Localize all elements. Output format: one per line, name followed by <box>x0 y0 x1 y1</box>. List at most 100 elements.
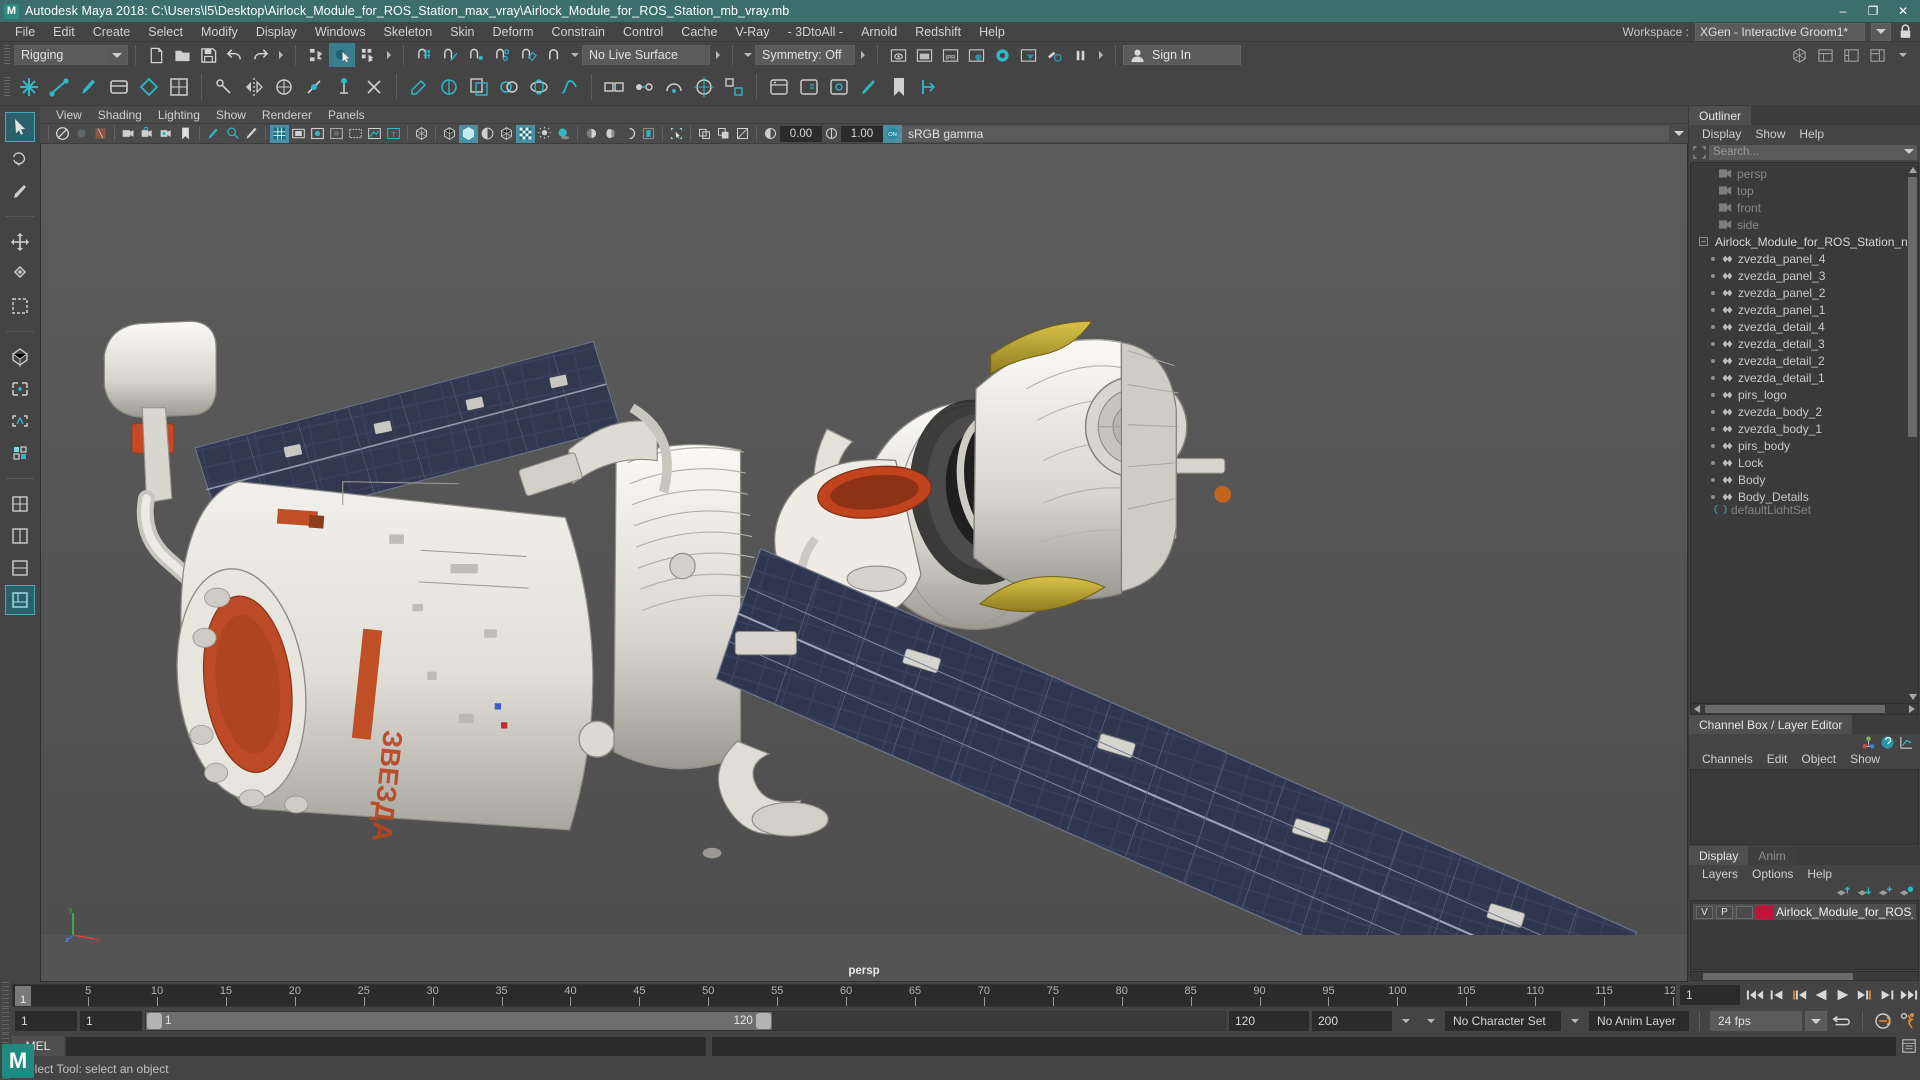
colorspace-dropdown-arrow[interactable] <box>1669 125 1688 143</box>
flat-shade-icon[interactable] <box>478 125 497 143</box>
modeling-toolkit-icon[interactable] <box>1786 43 1812 67</box>
current-frame-indicator[interactable]: 1 <box>15 985 31 1006</box>
outliner-item-persp[interactable]: persp <box>1691 165 1918 182</box>
collapse-handle-1[interactable] <box>276 45 285 65</box>
gamma-field[interactable]: 1.00 <box>841 125 883 142</box>
snap-to-point-icon[interactable] <box>463 43 489 67</box>
paint-weights-icon[interactable] <box>74 71 104 103</box>
shadows-icon[interactable] <box>554 125 573 143</box>
outliner-item-child[interactable]: zvezda_panel_1 <box>1691 301 1918 318</box>
hypershade-icon[interactable] <box>989 43 1015 67</box>
resolution-gate-icon[interactable] <box>308 125 327 143</box>
collapse-handle-3[interactable] <box>713 45 722 65</box>
menu-display[interactable]: Display <box>247 22 306 42</box>
parent-constraint-icon[interactable] <box>599 71 629 103</box>
menu-create[interactable]: Create <box>84 22 140 42</box>
range-left-handle[interactable] <box>147 1013 162 1029</box>
scroll-left-arrow[interactable] <box>1691 704 1702 715</box>
anim-end-field[interactable]: 200 <box>1312 1011 1392 1031</box>
rangeslider-grip[interactable] <box>2 1008 9 1034</box>
range-right-handle[interactable] <box>755 1013 771 1029</box>
four-view-layout-icon[interactable] <box>5 521 35 551</box>
menu-deform[interactable]: Deform <box>484 22 543 42</box>
outliner-item-child[interactable]: zvezda_detail_2 <box>1691 352 1918 369</box>
camera-attributes-icon[interactable] <box>119 125 138 143</box>
ipr-render-icon[interactable]: IPR <box>937 43 963 67</box>
channelbox-menu-object[interactable]: Object <box>1794 752 1843 766</box>
play-backwards-button[interactable] <box>1810 984 1832 1006</box>
menu-cache[interactable]: Cache <box>672 22 726 42</box>
script-editor-icon[interactable] <box>1898 1035 1920 1057</box>
attribute-editor-icon[interactable] <box>1812 43 1838 67</box>
collapse-handle-5[interactable] <box>1096 45 1105 65</box>
outliner-item-child[interactable]: Body <box>1691 471 1918 488</box>
range-end-field[interactable]: 120 <box>1229 1011 1309 1031</box>
playback-options-icon[interactable] <box>1395 1010 1417 1032</box>
live-surface-field[interactable]: No Live Surface <box>582 45 710 65</box>
anim-layer-select[interactable]: No Anim Layer <box>1589 1011 1689 1031</box>
sign-in-button[interactable]: Sign In <box>1123 45 1241 65</box>
outliner-item-child[interactable]: zvezda_detail_4 <box>1691 318 1918 335</box>
scale-constraint-icon[interactable] <box>719 71 749 103</box>
layer-horizontal-scrollbar[interactable] <box>1690 971 1919 981</box>
ik-handle-icon[interactable] <box>44 71 74 103</box>
outliner-item-side[interactable]: side <box>1691 216 1918 233</box>
outliner-item-front[interactable]: front <box>1691 199 1918 216</box>
lock-camera-toggle-icon[interactable] <box>138 125 157 143</box>
layer-color-swatch[interactable] <box>1756 905 1773 919</box>
select-object-icon[interactable] <box>329 43 355 67</box>
viewport-menu-panels[interactable]: Panels <box>320 108 373 122</box>
bookmark-rig-icon[interactable] <box>884 71 914 103</box>
outliner-item-child[interactable]: zvezda_detail_1 <box>1691 369 1918 386</box>
statusline-overflow-arrow[interactable] <box>1890 43 1916 67</box>
lock-camera-icon[interactable] <box>72 125 91 143</box>
graph-editor-icon[interactable] <box>1899 735 1914 750</box>
open-scene-icon[interactable] <box>169 43 195 67</box>
human-ik-icon[interactable] <box>794 71 824 103</box>
menu-windows[interactable]: Windows <box>306 22 375 42</box>
menu-file[interactable]: File <box>6 22 44 42</box>
outliner-item-child[interactable]: zvezda_panel_2 <box>1691 284 1918 301</box>
use-all-lights-icon[interactable] <box>535 125 554 143</box>
tab-display-layers[interactable]: Display <box>1689 846 1749 865</box>
paint-skin-weights-tool-icon[interactable] <box>854 71 884 103</box>
channel-box-content[interactable] <box>1690 769 1919 845</box>
outliner-item-child[interactable]: zvezda_detail_3 <box>1691 335 1918 352</box>
menuset-dropdown-arrow[interactable] <box>106 45 128 65</box>
go-to-end-button[interactable] <box>1898 984 1920 1006</box>
auto-keyframe-icon[interactable] <box>1873 1010 1895 1032</box>
outliner-hscroll-thumb[interactable] <box>1705 705 1885 713</box>
menu-skin[interactable]: Skin <box>441 22 483 42</box>
layer-displaytype-toggle[interactable] <box>1736 905 1753 919</box>
fps-dropdown-arrow[interactable] <box>1805 1011 1827 1031</box>
skeleton-create-icon[interactable] <box>209 71 239 103</box>
play-forwards-button[interactable] <box>1832 984 1854 1006</box>
command-input[interactable] <box>66 1036 706 1056</box>
wrap-deformer-icon[interactable] <box>524 71 554 103</box>
mirror-joint-icon[interactable] <box>239 71 269 103</box>
viewport-menu-lighting[interactable]: Lighting <box>150 108 208 122</box>
fps-select[interactable]: 24 fps <box>1710 1011 1802 1031</box>
maximize-button[interactable]: ❐ <box>1858 0 1888 22</box>
move-layer-up-icon[interactable] <box>1835 884 1851 898</box>
new-layer-from-selected-icon[interactable] <box>1898 884 1914 898</box>
menu-skeleton[interactable]: Skeleton <box>375 22 442 42</box>
skeleton-generator-icon[interactable] <box>824 71 854 103</box>
single-view-layout-icon[interactable] <box>5 489 35 519</box>
grid-toggle-icon[interactable] <box>270 124 289 143</box>
insert-joint-icon[interactable] <box>299 71 329 103</box>
save-scene-icon[interactable] <box>195 43 221 67</box>
snap-to-view-planes-icon[interactable] <box>515 43 541 67</box>
select-component-icon[interactable] <box>355 43 381 67</box>
layer-hscroll-thumb[interactable] <box>1703 973 1853 980</box>
scroll-down-arrow[interactable] <box>1907 691 1918 702</box>
outliner-horizontal-scrollbar[interactable] <box>1690 704 1919 715</box>
outliner-item-root[interactable]: – Airlock_Module_for_ROS_Station_ncl1_ <box>1691 233 1918 250</box>
universal-manipulator-icon[interactable] <box>5 342 35 372</box>
step-forward-key-button[interactable] <box>1876 984 1898 1006</box>
selection-filter-icon[interactable] <box>1692 145 1706 159</box>
point-constraint-icon[interactable] <box>629 71 659 103</box>
xray-icon[interactable] <box>346 125 365 143</box>
lattice-icon[interactable] <box>164 71 194 103</box>
menu-vray[interactable]: V-Ray <box>726 22 778 42</box>
